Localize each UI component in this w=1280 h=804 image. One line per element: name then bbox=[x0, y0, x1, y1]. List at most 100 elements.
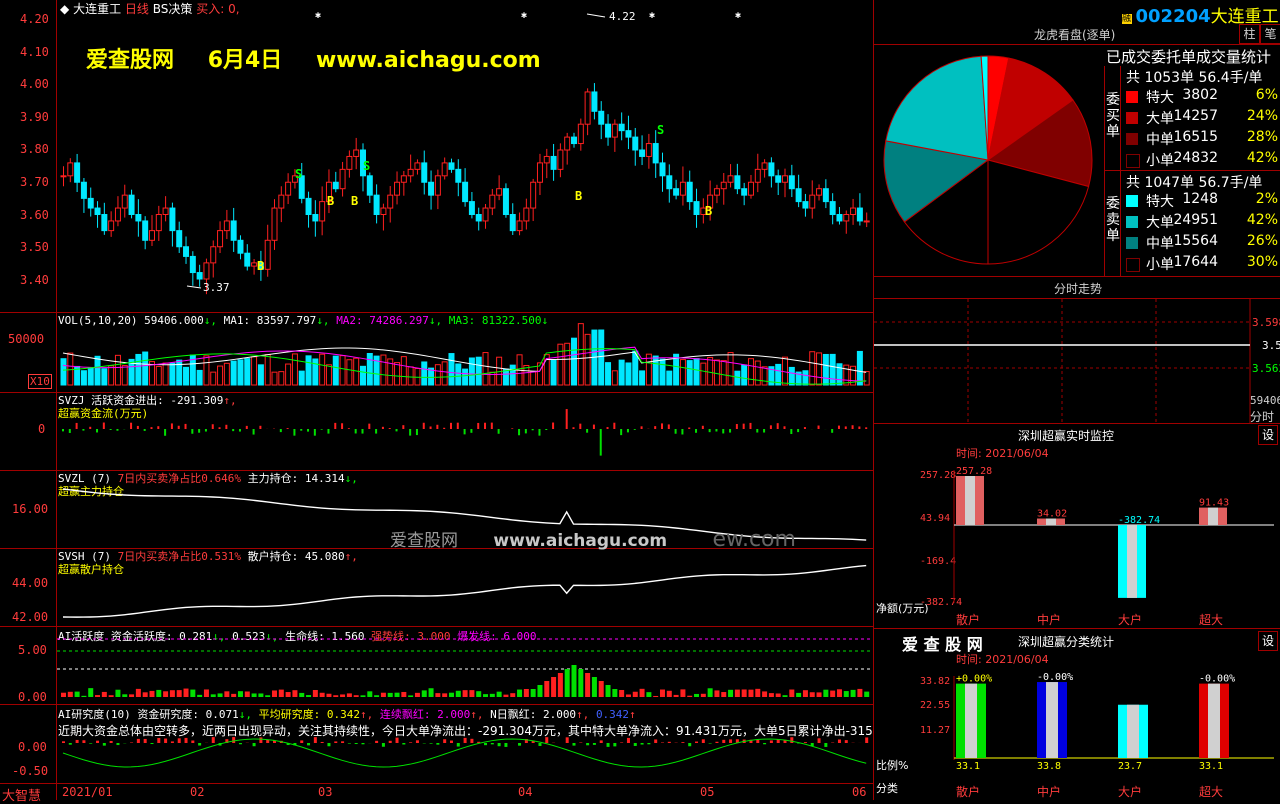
svzj-bar bbox=[525, 429, 527, 433]
svzj-bar bbox=[205, 429, 207, 432]
ai2-bar bbox=[865, 737, 868, 743]
fenshi-chart[interactable] bbox=[874, 299, 1280, 423]
x-axis-label: 2021/01 bbox=[62, 785, 113, 799]
ai1-bar bbox=[197, 695, 202, 697]
svzj-bar bbox=[749, 423, 751, 429]
candle-body bbox=[783, 176, 788, 182]
lhkp-title[interactable]: 龙虎看盘(逐单) bbox=[1034, 26, 1115, 43]
svzj-bar bbox=[709, 429, 711, 432]
svzj-bar bbox=[253, 429, 255, 435]
ai1-bar bbox=[721, 692, 726, 697]
vol-mult: X10 bbox=[28, 374, 52, 389]
ai1-bar bbox=[476, 691, 481, 697]
ai2-bar bbox=[334, 741, 337, 743]
volume-bar bbox=[551, 360, 556, 385]
ai2-bar bbox=[715, 742, 718, 743]
candle-body bbox=[469, 202, 474, 215]
cls-bar-chart: +0.00%33.1散户-0.00%33.8中户23.7大户-0.00%33.1… bbox=[874, 664, 1280, 800]
column-button[interactable]: 柱 bbox=[1239, 24, 1260, 44]
ai2-bar bbox=[164, 739, 167, 743]
svzj-bar bbox=[552, 423, 554, 429]
volume-bar bbox=[231, 361, 236, 385]
fenshi-title[interactable]: 分时走势 bbox=[1054, 280, 1102, 297]
candle-body bbox=[415, 163, 420, 169]
candle-body bbox=[864, 221, 869, 222]
ai2-bar bbox=[396, 738, 399, 743]
svg-text:✱: ✱ bbox=[521, 10, 527, 21]
cls-settings-button[interactable]: 设 bbox=[1258, 631, 1278, 651]
ai1-bar bbox=[149, 691, 154, 697]
ai1-bar bbox=[456, 691, 461, 697]
volume-bar bbox=[469, 358, 474, 385]
volume-bar bbox=[347, 360, 352, 385]
volume-bar bbox=[143, 352, 148, 385]
ai1-bar bbox=[612, 689, 617, 697]
price-tick: 3.70 bbox=[20, 175, 49, 189]
volume-bar bbox=[109, 366, 114, 385]
ai1-bar bbox=[776, 694, 781, 697]
candlestick-chart[interactable]: BBBBBSSS 4.22 3.37 ✱✱✱✱ bbox=[57, 0, 873, 312]
svzj-bar bbox=[150, 427, 152, 429]
svzj-bar bbox=[790, 429, 792, 434]
candle-body bbox=[272, 208, 277, 240]
svzj-bar bbox=[661, 423, 663, 429]
ai1-bar bbox=[810, 692, 815, 697]
candle-body bbox=[333, 182, 338, 188]
monitor-bar-highlight bbox=[1208, 508, 1218, 525]
x-axis-label: 05 bbox=[700, 785, 714, 799]
ai1-bar bbox=[122, 694, 127, 697]
svzj-bar bbox=[130, 423, 132, 429]
svzj-bar bbox=[280, 429, 282, 432]
monitor-settings-button[interactable]: 设 bbox=[1258, 425, 1278, 445]
candle-body bbox=[95, 208, 100, 214]
candle-body bbox=[769, 163, 774, 176]
ai2-line bbox=[63, 739, 866, 767]
candle-body bbox=[653, 144, 658, 163]
candle-body bbox=[762, 163, 767, 169]
ai2-axis-1: 0.00 bbox=[18, 740, 47, 754]
svzj-bar bbox=[634, 429, 636, 430]
price-tick: 3.60 bbox=[20, 208, 49, 222]
header-code: 002204 bbox=[1136, 6, 1211, 27]
candle-body bbox=[279, 195, 284, 208]
ai1-bar bbox=[408, 695, 413, 697]
candle-body bbox=[776, 176, 781, 182]
ai1-bar bbox=[789, 690, 794, 697]
candle-body bbox=[313, 215, 318, 221]
volume-bar bbox=[456, 364, 461, 385]
ai2-bar bbox=[185, 738, 188, 743]
ai2-bar bbox=[504, 743, 507, 747]
ai2-bar bbox=[375, 741, 378, 743]
ai1-bar bbox=[667, 691, 672, 697]
svzj-bar bbox=[600, 429, 602, 456]
cls-bar-top-value: +0.00% bbox=[956, 674, 992, 685]
buy-mark: B bbox=[705, 204, 712, 218]
candle-body bbox=[245, 253, 250, 266]
svzj-bar bbox=[784, 426, 786, 429]
tick-button[interactable]: 笔 bbox=[1260, 24, 1280, 44]
ai2-bar bbox=[838, 739, 841, 743]
ai2-bar bbox=[144, 739, 147, 743]
ai2-bar bbox=[824, 743, 827, 747]
volume-bar bbox=[211, 372, 216, 385]
candle-body bbox=[143, 221, 148, 240]
volume-bar bbox=[367, 354, 372, 385]
candle-body bbox=[374, 195, 379, 214]
candle-body bbox=[748, 182, 753, 195]
row-value: 1248 bbox=[1182, 191, 1218, 207]
volume-bar bbox=[381, 355, 386, 385]
ai1-bar bbox=[844, 691, 849, 697]
candle-body bbox=[687, 182, 692, 201]
color-swatch bbox=[1126, 237, 1138, 249]
candle-body bbox=[633, 137, 638, 150]
candle-body bbox=[735, 176, 740, 189]
svzj-bar bbox=[845, 426, 847, 429]
ai1-bar bbox=[680, 689, 685, 697]
svzj-bar bbox=[321, 429, 323, 430]
svzj-bar bbox=[157, 426, 159, 429]
volume-bar bbox=[823, 354, 828, 385]
candle-body bbox=[837, 215, 842, 221]
candle-body bbox=[531, 182, 536, 208]
candle-body bbox=[823, 189, 828, 202]
svzj-bar bbox=[770, 425, 772, 429]
